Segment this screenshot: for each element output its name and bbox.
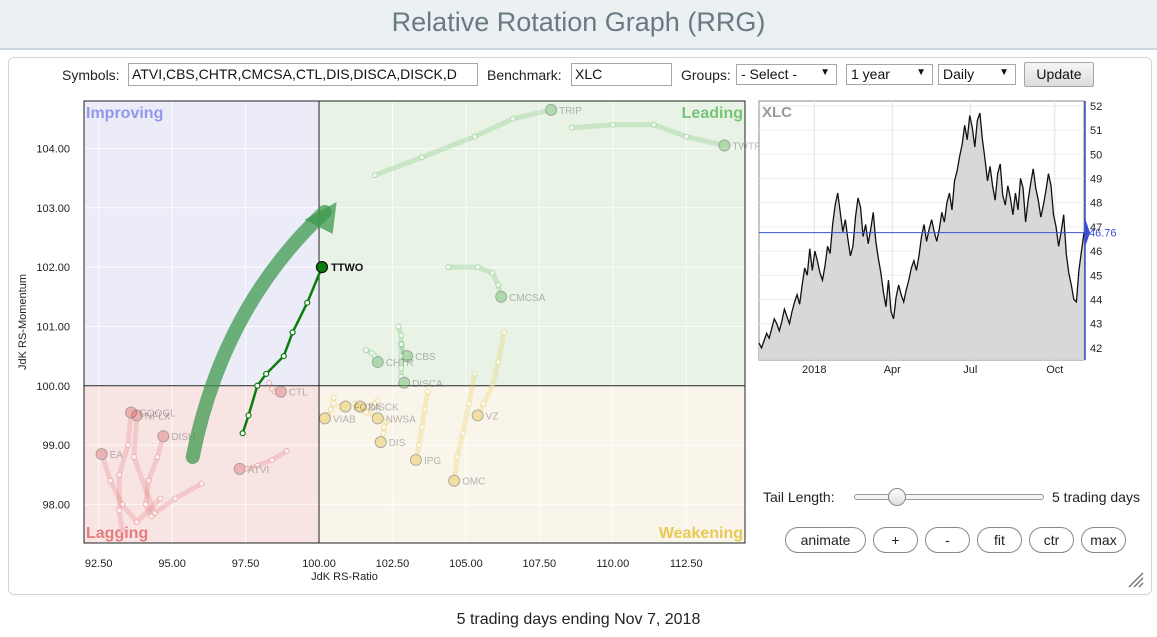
benchmark-price-chart: 2018 Apr Jul Oct424344454647484950515246.76… [758,100,1117,376]
price-y-tick-label: 46 [1090,246,1102,258]
price-y-tick-label: 42 [1090,343,1102,355]
price-y-tick-label: 45 [1090,270,1102,282]
max-button[interactable]: max [1081,527,1126,553]
center-button[interactable]: ctr [1029,527,1074,553]
price-y-tick-label: 51 [1090,125,1102,137]
price-y-tick-label: 43 [1090,319,1102,331]
price-y-tick-label: 52 [1090,101,1102,113]
slider-handle[interactable] [888,488,907,506]
tail-length-value: 5 trading days [1052,489,1140,505]
animate-button[interactable]: animate [785,527,866,553]
price-x-tick-label: Oct [1046,364,1063,376]
price-x-tick-label: Apr [884,364,901,376]
fit-button[interactable]: fit [977,527,1022,553]
footer-caption: 5 trading days ending Nov 7, 2018 [456,611,701,628]
price-x-tick-label: 2018 [802,364,826,376]
price-y-tick-label: 49 [1090,173,1102,185]
zoom-in-button[interactable]: + [873,527,918,553]
price-chart-title: XLC [762,104,792,121]
tail-length-slider[interactable] [854,488,1044,506]
price-y-tick-label: 44 [1090,294,1102,306]
price-y-tick-label: 50 [1090,149,1102,161]
price-x-tick-label: Jul [963,364,977,376]
price-y-tick-label: 48 [1090,198,1102,210]
slider-track [854,494,1044,500]
zoom-out-button[interactable]: - [925,527,970,553]
tail-length-label: Tail Length: [763,489,835,505]
last-value-label: 46.76 [1089,228,1117,240]
resize-handle-icon[interactable] [1127,571,1145,589]
